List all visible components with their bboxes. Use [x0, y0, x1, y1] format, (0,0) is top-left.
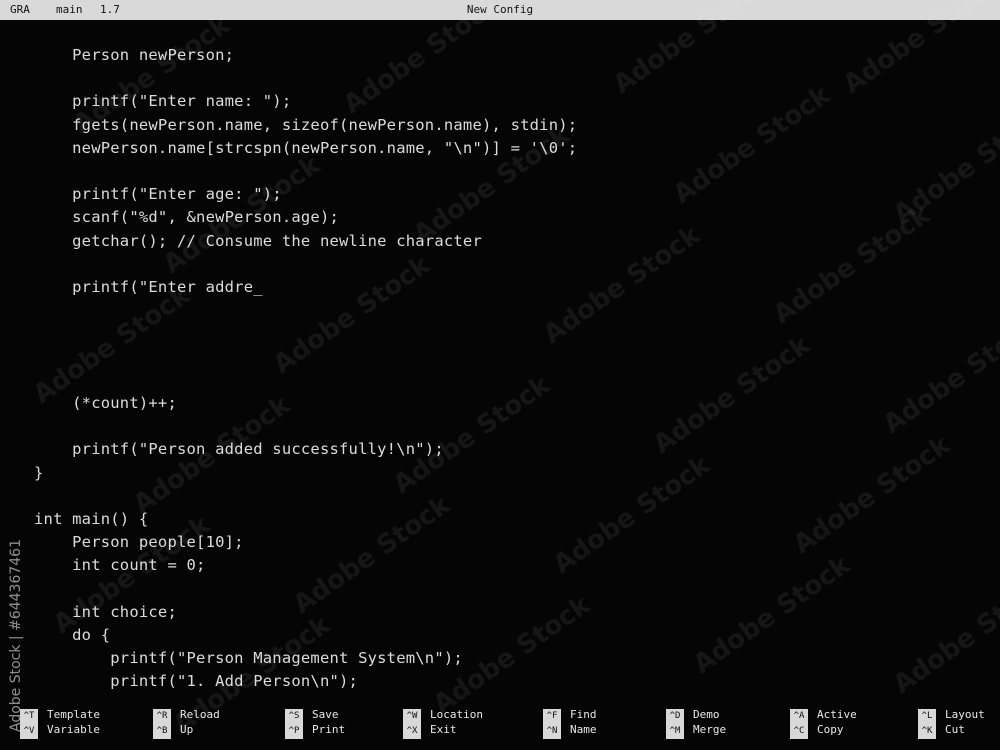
code-line: printf("Person Management System\n"); — [34, 649, 463, 668]
code-line: int main() { — [34, 510, 149, 528]
shortcut-label: Demo — [693, 708, 720, 721]
code-line: fgets(newPerson.name, sizeof(newPerson.n… — [34, 115, 578, 134]
shortcut-location[interactable]: ^W Location — [403, 707, 483, 724]
shortcut-label: Reload — [180, 708, 220, 721]
shortcut-key: ^P — [285, 724, 303, 739]
shortcut-copy[interactable]: ^C Copy — [790, 722, 844, 739]
shortcut-variable[interactable]: ^V Variable — [20, 722, 100, 739]
code-line: int count = 0; — [34, 556, 206, 575]
shortcut-print[interactable]: ^P Print — [285, 722, 346, 739]
shortcut-name[interactable]: ^N Name — [543, 722, 597, 739]
code-line: printf("1. Add Person\n"); — [34, 672, 359, 690]
code-line: Person people[10]; — [34, 533, 244, 552]
shortcut-reload[interactable]: ^R Reload — [153, 707, 220, 724]
shortcut-label: Name — [570, 723, 597, 736]
title-bar: GRA main 1.7 New Config — [0, 0, 1000, 20]
shortcut-up[interactable]: ^B Up — [153, 722, 194, 739]
shortcut-label: Print — [312, 723, 346, 736]
shortcut-label: Up — [180, 723, 194, 736]
code-line: printf("Enter addre_ — [34, 278, 263, 296]
code-line: printf("Person added successfully!\n"); — [34, 440, 444, 459]
code-line: (*count)++; — [34, 394, 177, 412]
shortcut-key: ^B — [153, 724, 171, 739]
code-editor-area[interactable]: Person newPerson; printf("Enter name: ")… — [0, 44, 1000, 690]
shortcut-save[interactable]: ^S Save — [285, 707, 339, 724]
shortcut-exit[interactable]: ^X Exit — [403, 722, 457, 739]
shortcut-key: ^M — [666, 724, 684, 739]
shortcut-key: ^C — [790, 724, 808, 739]
shortcut-label: Location — [430, 708, 483, 721]
shortcut-key: ^X — [403, 724, 421, 739]
shortcut-key: ^K — [918, 724, 936, 739]
code-line: do { — [34, 626, 111, 644]
shortcut-label: Save — [312, 708, 339, 721]
shortcut-label: Copy — [817, 723, 844, 736]
code-line: printf("Enter age: "); — [34, 185, 282, 204]
shortcut-label: Active — [817, 708, 857, 721]
shortcut-template[interactable]: ^T Template — [20, 707, 100, 724]
shortcut-label: Exit — [430, 723, 457, 736]
shortcut-merge[interactable]: ^M Merge — [666, 722, 727, 739]
code-line: } — [34, 463, 44, 482]
file-title: New Config — [466, 3, 534, 16]
shortcut-find[interactable]: ^F Find — [543, 707, 597, 724]
shortcut-label: Find — [570, 708, 597, 721]
code-line: scanf("%d", &newPerson.age); — [34, 208, 340, 227]
shortcut-label: Cut — [945, 723, 965, 736]
code-line: getchar(); // Consume the newline charac… — [34, 231, 482, 250]
shortcut-layout[interactable]: ^L Layout — [918, 707, 985, 724]
code-line: Person newPerson; — [34, 46, 235, 64]
shortcut-label: Variable — [47, 723, 100, 736]
code-line: printf("Enter name: "); — [34, 92, 292, 111]
shortcut-label: Template — [47, 708, 100, 721]
stock-id-watermark: Adobe Stock | #644367461 — [8, 539, 24, 732]
shortcut-demo[interactable]: ^D Demo — [666, 707, 720, 724]
shortcut-cut[interactable]: ^K Cut — [918, 722, 965, 739]
shortcut-bar: ^T Template ^V Variable ^R Reload ^B Up ^S Save ^P… — [0, 707, 1000, 747]
terminal-editor-window: GRA main 1.7 New Config Person newPerson… — [0, 0, 1000, 750]
code-line: newPerson.name[strcspn(newPerson.name, "… — [34, 138, 578, 157]
shortcut-label: Merge — [693, 723, 727, 736]
code-line: int choice; — [34, 602, 177, 621]
shortcut-active[interactable]: ^A Active — [790, 707, 857, 724]
shortcut-key: ^N — [543, 724, 561, 739]
shortcut-label: Layout — [945, 708, 985, 721]
